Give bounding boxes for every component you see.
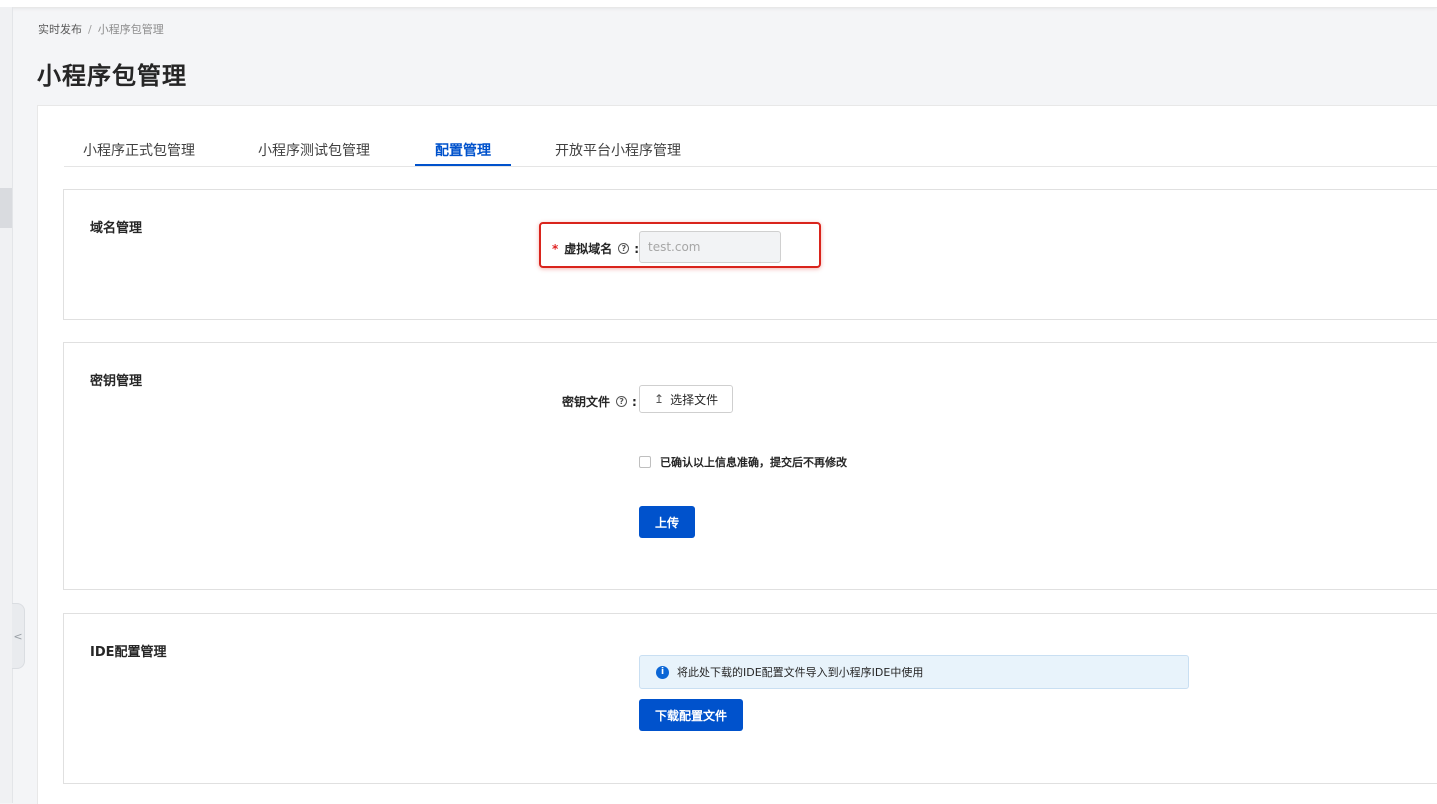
tab-official-package[interactable]: 小程序正式包管理: [83, 140, 195, 166]
sidebar-collapse-handle[interactable]: <: [12, 603, 25, 669]
domain-section-title: 域名管理: [90, 221, 143, 236]
top-bar: [0, 0, 1437, 8]
info-icon: i: [656, 665, 669, 679]
confirm-checkbox-row[interactable]: 已确认以上信息准确，提交后不再修改: [639, 454, 847, 470]
confirm-checkbox-label: 已确认以上信息准确，提交后不再修改: [660, 456, 847, 469]
breadcrumb: 实时发布 / 小程序包管理: [38, 21, 164, 37]
upload-icon: ↥: [654, 392, 665, 406]
download-config-button[interactable]: 下载配置文件: [639, 699, 744, 731]
info-alert-text: 将此处下载的IDE配置文件导入到小程序IDE中使用: [677, 666, 924, 679]
virtual-domain-input[interactable]: [639, 231, 781, 263]
required-mark: *: [552, 241, 559, 256]
confirm-checkbox[interactable]: [639, 456, 651, 468]
info-alert: i 将此处下载的IDE配置文件导入到小程序IDE中使用: [639, 655, 1189, 689]
tab-open-platform[interactable]: 开放平台小程序管理: [555, 140, 681, 166]
tab-bar: 小程序正式包管理 小程序测试包管理 配置管理 开放平台小程序管理: [64, 134, 1437, 167]
help-circle-icon[interactable]: ?: [618, 243, 630, 254]
chevron-left-icon: <: [13, 629, 23, 643]
virtual-domain-label: * 虚拟域名 ? :: [552, 241, 640, 257]
key-file-label: 密钥文件 ? :: [562, 394, 637, 410]
help-circle-icon[interactable]: ?: [616, 396, 628, 407]
key-section-title: 密钥管理: [90, 374, 143, 389]
ide-section: IDE配置管理: [63, 613, 1437, 784]
tab-test-package[interactable]: 小程序测试包管理: [258, 140, 370, 166]
tab-config-management[interactable]: 配置管理: [435, 140, 491, 166]
active-tab-underline: [415, 164, 511, 166]
breadcrumb-separator: /: [88, 22, 92, 36]
ide-section-title: IDE配置管理: [90, 645, 167, 660]
sidebar-active-marker: [0, 188, 12, 228]
left-sidebar-rail: [0, 7, 13, 803]
select-file-button[interactable]: ↥ 选择文件: [639, 385, 734, 413]
page-title: 小程序包管理: [37, 62, 187, 90]
breadcrumb-current: 小程序包管理: [97, 23, 164, 36]
upload-button[interactable]: 上传: [639, 506, 696, 538]
breadcrumb-root-link[interactable]: 实时发布: [38, 21, 82, 37]
